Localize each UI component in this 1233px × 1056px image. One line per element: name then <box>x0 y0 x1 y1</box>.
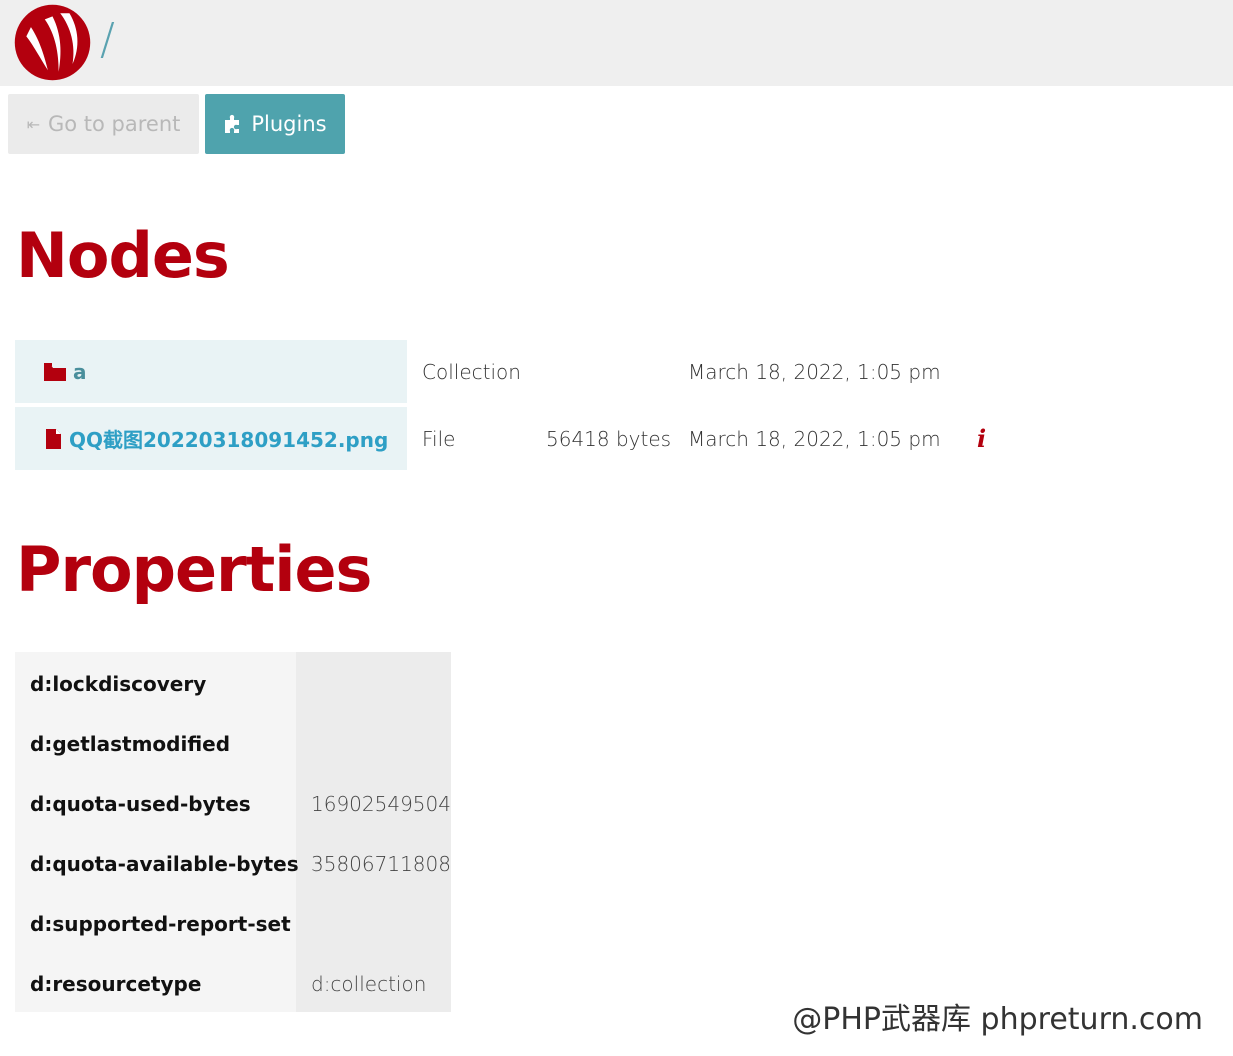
node-type: Collection <box>422 359 521 384</box>
property-value: d:collection <box>311 972 427 996</box>
node-date: March 18, 2022, 1:05 pm <box>688 359 941 384</box>
breadcrumb[interactable]: / <box>100 10 115 70</box>
property-key: d:quota-used-bytes <box>30 792 251 816</box>
node-link[interactable]: a <box>73 360 87 384</box>
property-row: d:resourcetype d:collection <box>15 954 451 1014</box>
nodes-heading: Nodes <box>16 219 230 292</box>
property-key: d:supported-report-set <box>30 912 291 936</box>
table-row: a Collection March 18, 2022, 1:05 pm <box>15 340 1015 403</box>
sabredav-logo-icon[interactable] <box>14 4 91 81</box>
node-link[interactable]: QQ截图20220318091452.png <box>69 424 388 453</box>
plugins-button[interactable]: Plugins <box>205 94 345 154</box>
node-name-cell[interactable]: a <box>15 340 407 403</box>
top-bar: / <box>0 0 1233 86</box>
node-type: File <box>422 426 456 451</box>
property-row: d:getlastmodified <box>15 714 451 774</box>
property-value: 35806711808 <box>311 852 451 876</box>
arrow-to-left-icon: ⇤ <box>26 114 40 134</box>
properties-table: d:lockdiscovery d:getlastmodified d:quot… <box>15 652 451 1012</box>
folder-icon <box>43 362 67 382</box>
table-row: QQ截图20220318091452.png File 56418 bytes … <box>15 407 1015 470</box>
property-key: d:getlastmodified <box>30 732 231 756</box>
file-icon <box>43 428 63 450</box>
watermark: @PHP武器库 phpreturn.com <box>792 1002 1203 1037</box>
property-key: d:quota-available-bytes <box>30 852 299 876</box>
properties-heading: Properties <box>16 533 372 606</box>
node-name-cell[interactable]: QQ截图20220318091452.png <box>15 407 407 470</box>
node-date: March 18, 2022, 1:05 pm <box>688 426 941 451</box>
go-to-parent-button[interactable]: ⇤ Go to parent <box>8 94 199 154</box>
property-key: d:lockdiscovery <box>30 672 207 696</box>
property-value: 16902549504 <box>311 792 451 816</box>
property-row: d:supported-report-set <box>15 894 451 954</box>
property-row: d:quota-available-bytes 35806711808 <box>15 834 451 894</box>
plugins-label: Plugins <box>251 112 327 136</box>
node-size: 56418 bytes <box>546 426 672 451</box>
info-icon[interactable]: i <box>977 407 986 470</box>
puzzle-piece-icon <box>225 114 240 133</box>
property-key: d:resourcetype <box>30 972 202 996</box>
property-row: d:lockdiscovery <box>15 654 451 714</box>
go-to-parent-label: Go to parent <box>48 112 181 136</box>
property-row: d:quota-used-bytes 16902549504 <box>15 774 451 834</box>
